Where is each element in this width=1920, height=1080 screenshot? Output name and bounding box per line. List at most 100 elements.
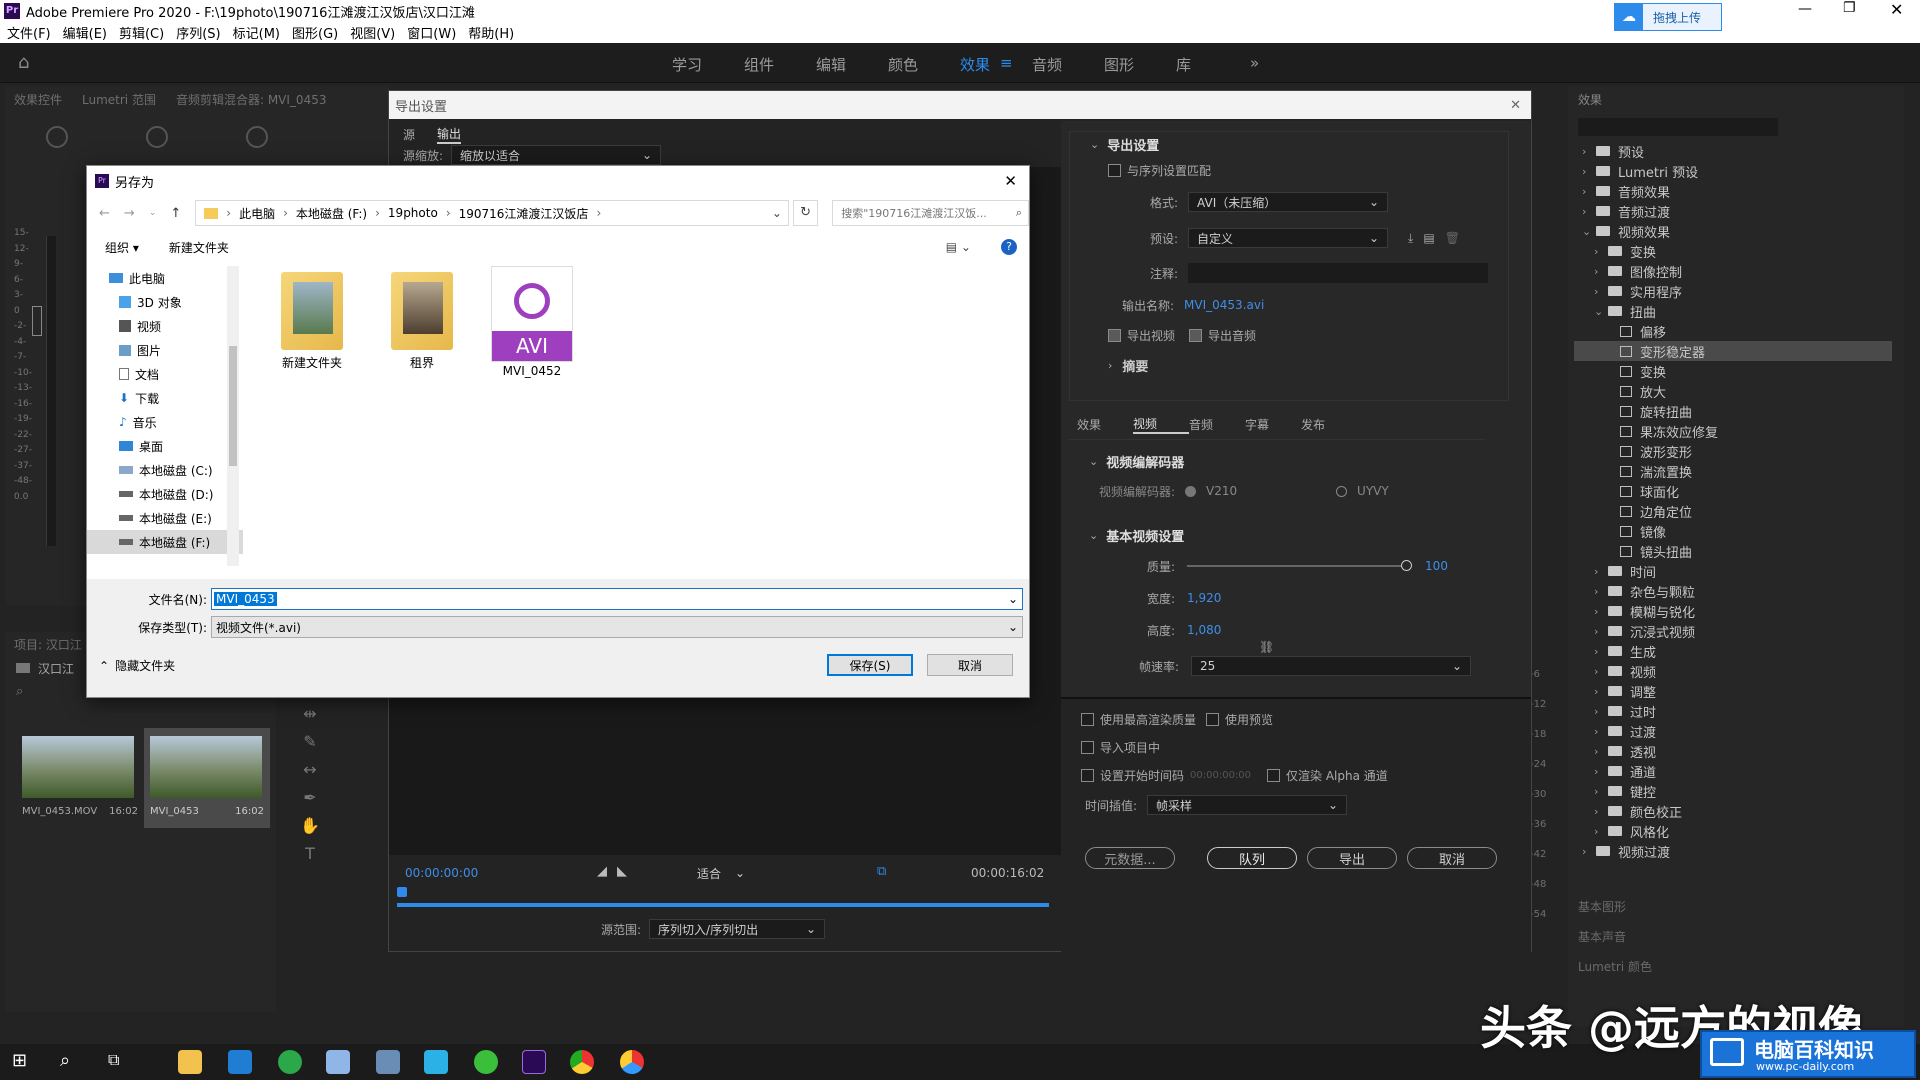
chevron-right-icon[interactable]: › xyxy=(1594,725,1608,738)
tab-audio-clip-mixer[interactable]: 音频剪辑混合器: MVI_0453 xyxy=(176,91,327,108)
back-arrow-icon[interactable]: ← xyxy=(99,206,110,221)
forward-arrow-icon[interactable]: → xyxy=(124,206,135,221)
workspace-assembly[interactable]: 组件 xyxy=(744,54,774,75)
crumb-19photo[interactable]: 19photo xyxy=(388,206,438,220)
effects-tree-item[interactable]: › 预设 xyxy=(1574,141,1892,161)
menu-clip[interactable]: 剪辑(C) xyxy=(119,23,164,42)
file-explorer-icon[interactable] xyxy=(178,1050,202,1074)
effects-tree-item[interactable]: › 杂色与颗粒 xyxy=(1574,581,1892,601)
current-timecode[interactable]: 00:00:00:00 xyxy=(405,866,478,880)
metadata-button[interactable]: 元数据... xyxy=(1085,847,1175,869)
nav-drive-c[interactable]: 本地磁盘 (C:) xyxy=(87,458,243,482)
davinci-icon[interactable] xyxy=(620,1050,644,1074)
effects-tree-item[interactable]: › 实用程序 xyxy=(1574,281,1892,301)
workspace-graphics[interactable]: 图形 xyxy=(1104,54,1134,75)
codec-v210-radio[interactable] xyxy=(1185,485,1197,497)
comment-input[interactable] xyxy=(1188,263,1489,283)
crumb-drive-f[interactable]: 本地磁盘 (F:) xyxy=(296,205,367,222)
premiere-taskbar-icon[interactable] xyxy=(522,1050,546,1074)
nav-drive-d[interactable]: 本地磁盘 (D:) xyxy=(87,482,243,506)
chevron-right-icon[interactable]: › xyxy=(1594,245,1608,258)
pan-knob-2[interactable] xyxy=(146,126,168,148)
workspace-editing[interactable]: 编辑 xyxy=(816,54,846,75)
file-item-zujie[interactable]: 租界 xyxy=(377,266,467,370)
address-dropdown-icon[interactable]: ⌄ xyxy=(772,206,782,220)
subtab-publish[interactable]: 发布 xyxy=(1301,416,1357,433)
filename-input[interactable]: MVI_0453 ⌄ xyxy=(211,588,1023,610)
sequence-thumb[interactable]: MVI_0453 16:02 xyxy=(144,728,270,828)
effects-tree-item[interactable]: › 变换 xyxy=(1574,241,1892,261)
chevron-right-icon[interactable]: › xyxy=(1594,705,1608,718)
preset-select[interactable]: 自定义 ⌄ xyxy=(1188,228,1389,248)
effects-tree-item[interactable]: › 通道 xyxy=(1574,761,1892,781)
effects-tree-item[interactable]: › 颜色校正 xyxy=(1574,801,1892,821)
height-value[interactable]: 1,080 xyxy=(1187,623,1221,637)
effects-tree-item[interactable]: ⌄ 扭曲 xyxy=(1574,301,1892,321)
effects-tree-item[interactable]: › 风格化 xyxy=(1574,821,1892,841)
chevron-down-icon[interactable]: ⌄ xyxy=(1089,455,1098,468)
workspace-menu-icon[interactable]: ≡ xyxy=(1000,54,1013,72)
menu-graphics[interactable]: 图形(G) xyxy=(292,23,338,42)
save-as-close-icon[interactable]: ✕ xyxy=(1004,172,1017,190)
fit-select[interactable]: 适合 ⌄ xyxy=(689,863,753,883)
refresh-icon[interactable]: ↻ xyxy=(792,200,819,226)
save-button[interactable]: 保存(S) xyxy=(827,654,913,676)
chevron-down-icon[interactable]: ⌄ xyxy=(1090,138,1099,151)
chevron-right-icon[interactable]: › xyxy=(1594,605,1608,618)
quality-value[interactable]: 100 xyxy=(1425,559,1448,573)
link-dimensions-icon[interactable]: ⛓ xyxy=(1259,640,1274,654)
effects-tree-item[interactable]: › 生成 xyxy=(1574,641,1892,661)
effects-tree-item[interactable]: 变形稳定器 xyxy=(1574,341,1892,361)
tab-lumetri-scopes[interactable]: Lumetri 范围 xyxy=(82,91,156,108)
crumb-folder[interactable]: 190716江滩渡江汉饭店 xyxy=(459,205,589,222)
filename-dropdown-icon[interactable]: ⌄ xyxy=(1008,592,1018,606)
chevron-down-icon[interactable]: ⌄ xyxy=(1089,529,1098,542)
chevron-right-icon[interactable]: › xyxy=(1594,685,1608,698)
workspace-audio[interactable]: 音频 xyxy=(1032,54,1062,75)
workspace-libraries[interactable]: 库 xyxy=(1176,54,1191,75)
maximize-button[interactable]: ❐ xyxy=(1843,0,1856,16)
effects-tree-item[interactable]: › 音频效果 xyxy=(1574,181,1892,201)
chevron-right-icon[interactable]: › xyxy=(1594,785,1608,798)
effects-tree-item[interactable]: 旋转扭曲 xyxy=(1574,401,1892,421)
nav-scrollbar[interactable] xyxy=(227,266,239,566)
workspace-learn[interactable]: 学习 xyxy=(672,54,702,75)
pen-tool-icon[interactable]: ✒ xyxy=(290,784,330,812)
chevron-right-icon[interactable]: › xyxy=(1594,565,1608,578)
delete-preset-icon[interactable]: 🗑 xyxy=(1445,231,1460,245)
task-view-icon[interactable]: ⧉ xyxy=(108,1050,132,1074)
chevron-down-icon[interactable]: ⌄ xyxy=(1594,305,1608,318)
save-preset-icon[interactable]: ⤓ xyxy=(1408,231,1413,246)
match-sequence-checkbox[interactable] xyxy=(1108,163,1121,177)
volume-fader[interactable] xyxy=(32,306,42,336)
output-name-link[interactable]: MVI_0453.avi xyxy=(1184,298,1264,312)
effects-tree-item[interactable]: 湍流置换 xyxy=(1574,461,1892,481)
chevron-right-icon[interactable]: › xyxy=(1594,625,1608,638)
menu-file[interactable]: 文件(F) xyxy=(7,23,51,42)
chevron-down-icon[interactable]: ⌄ xyxy=(1582,225,1596,238)
effects-tree-item[interactable]: 放大 xyxy=(1574,381,1892,401)
razor-tool-icon[interactable]: ✎ xyxy=(290,728,330,756)
nav-downloads[interactable]: ⬇ 下载 xyxy=(87,386,243,410)
menu-sequence[interactable]: 序列(S) xyxy=(176,23,220,42)
chevron-right-icon[interactable]: › xyxy=(1582,845,1596,858)
tab-project[interactable]: 项目: 汉口江 xyxy=(14,636,82,653)
export-close-icon[interactable]: ✕ xyxy=(1510,98,1521,113)
effects-tree-item[interactable]: › 过渡 xyxy=(1574,721,1892,741)
tab-effect-controls[interactable]: 效果控件 xyxy=(14,91,62,108)
effects-tree-item[interactable]: 果冻效应修复 xyxy=(1574,421,1892,441)
type-tool-icon[interactable]: T xyxy=(290,840,330,868)
crop-icon[interactable]: ⧉ xyxy=(877,864,886,879)
chevron-right-icon[interactable]: › xyxy=(1594,825,1608,838)
quality-slider-knob[interactable] xyxy=(1401,560,1413,571)
source-scaling-select[interactable]: 缩放以适合 ⌄ xyxy=(451,145,662,165)
chevron-right-icon[interactable]: › xyxy=(1594,285,1608,298)
hide-folders-toggle[interactable]: ⌃ 隐藏文件夹 xyxy=(99,657,175,674)
up-arrow-icon[interactable]: ↑ xyxy=(170,206,181,221)
export-audio-checkbox[interactable] xyxy=(1189,328,1203,342)
effects-tree-item[interactable]: 波形变形 xyxy=(1574,441,1892,461)
mail-icon[interactable] xyxy=(228,1050,252,1074)
time-interpolation-select[interactable]: 帧采样 ⌄ xyxy=(1147,795,1348,815)
browser-icon[interactable] xyxy=(278,1050,302,1074)
nav-this-pc[interactable]: 此电脑 xyxy=(87,266,243,290)
